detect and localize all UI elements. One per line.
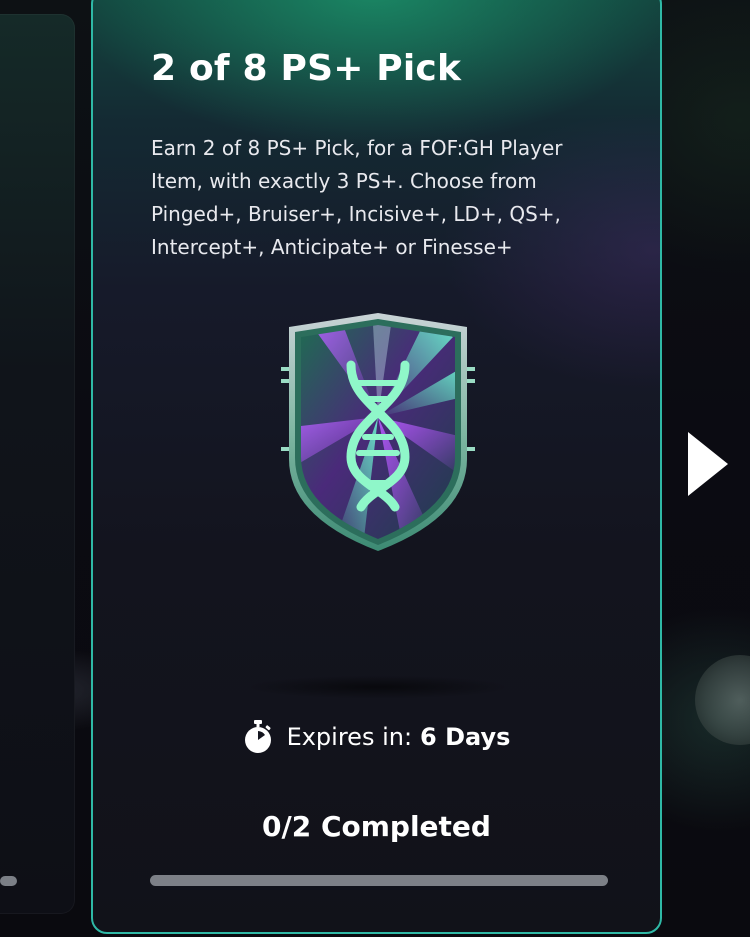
objective-card[interactable]: 2 of 8 PS+ Pick Earn 2 of 8 PS+ Pick, fo… bbox=[91, 0, 662, 934]
expiry-row: Expires in: 6 Days bbox=[93, 720, 660, 754]
progress-bar bbox=[150, 875, 608, 886]
objectives-carousel: 2 of 8 PS+ Pick Earn 2 of 8 PS+ Pick, fo… bbox=[0, 0, 750, 937]
next-card-preview bbox=[695, 655, 750, 745]
previous-card-progress-bar bbox=[0, 876, 17, 886]
objective-title: 2 of 8 PS+ Pick bbox=[151, 48, 462, 89]
stopwatch-icon bbox=[244, 720, 271, 753]
badge-shadow bbox=[243, 675, 513, 699]
dna-shield-icon bbox=[281, 313, 475, 551]
objective-description: Earn 2 of 8 PS+ Pick, for a FOF:GH Playe… bbox=[151, 136, 563, 259]
previous-objective-card[interactable] bbox=[0, 14, 75, 914]
expires-value: 6 Days bbox=[420, 723, 511, 751]
progress-text: 0/2 Completed bbox=[262, 810, 491, 843]
play-arrow-right-icon[interactable] bbox=[688, 432, 728, 496]
expires-label: Expires in: bbox=[286, 723, 413, 751]
